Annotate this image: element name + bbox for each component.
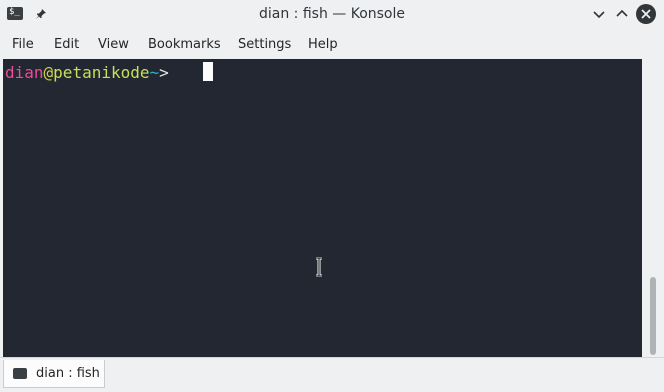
title-bar: $_ dian : fish — Konsole: [0, 0, 664, 29]
terminal-area[interactable]: dian@petanikode~>: [3, 59, 642, 357]
terminal-icon: [13, 368, 27, 379]
menu-bookmarks[interactable]: Bookmarks: [148, 37, 221, 52]
text-cursor: [203, 62, 213, 81]
menu-view[interactable]: View: [98, 37, 129, 52]
prompt-user: dian: [5, 63, 44, 82]
shell-prompt: dian@petanikode~>: [5, 63, 178, 83]
menu-file[interactable]: File: [12, 37, 34, 52]
tab-bar: dian : fish: [0, 357, 664, 392]
window-title: dian : fish — Konsole: [258, 6, 405, 22]
tab-session[interactable]: dian : fish: [3, 360, 105, 388]
close-button[interactable]: [636, 4, 656, 24]
minimize-icon[interactable]: [591, 6, 607, 22]
scrollbar-thumb[interactable]: [650, 277, 656, 355]
menu-bar: File Edit View Bookmarks Settings Help: [0, 29, 664, 59]
tab-label: dian : fish: [36, 366, 100, 381]
menu-edit[interactable]: Edit: [54, 37, 79, 52]
prompt-at: @: [43, 63, 54, 82]
maximize-icon[interactable]: [614, 6, 630, 22]
prompt-dir: ~: [149, 63, 160, 82]
menu-settings[interactable]: Settings: [238, 37, 291, 52]
prompt-host: petanikode: [53, 63, 150, 82]
scrollbar[interactable]: [642, 59, 664, 357]
ibeam-cursor-icon: [316, 257, 322, 277]
prompt-arrow: >: [159, 63, 179, 82]
close-icon: [641, 9, 651, 19]
menu-help[interactable]: Help: [308, 37, 338, 52]
